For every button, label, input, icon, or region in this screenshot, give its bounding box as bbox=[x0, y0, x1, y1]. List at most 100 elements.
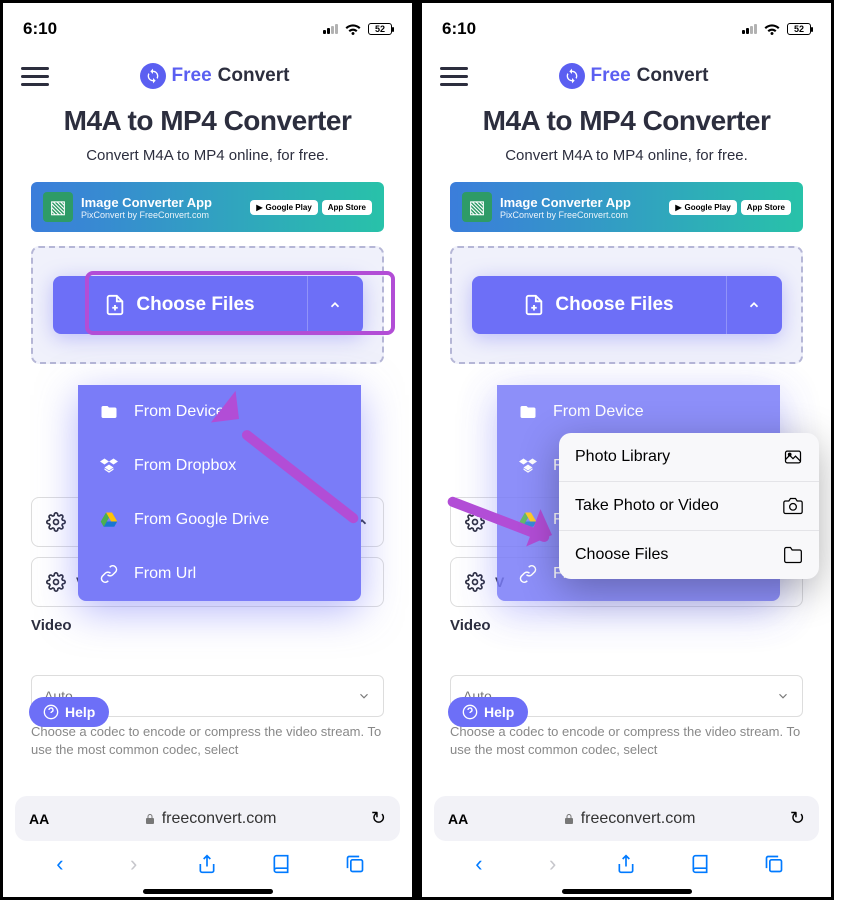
app-store-badge[interactable]: App Store bbox=[322, 200, 372, 215]
gear-icon bbox=[46, 572, 66, 592]
ad-banner[interactable]: ▧ Image Converter App PixConvert by Free… bbox=[450, 182, 803, 232]
ios-photo-library[interactable]: Photo Library bbox=[559, 433, 819, 482]
file-dropzone[interactable]: Choose Files bbox=[450, 246, 803, 364]
ad-subtitle: PixConvert by FreeConvert.com bbox=[500, 210, 661, 220]
ad-title: Image Converter App bbox=[500, 195, 661, 210]
logo-icon bbox=[140, 63, 166, 89]
nav-forward[interactable]: › bbox=[533, 851, 573, 877]
choose-files-main[interactable]: Choose Files bbox=[53, 276, 307, 334]
link-icon bbox=[98, 565, 120, 583]
logo-text-free: Free bbox=[591, 65, 631, 87]
hamburger-menu[interactable] bbox=[440, 67, 468, 86]
choose-files-label: Choose Files bbox=[136, 294, 254, 316]
hamburger-menu[interactable] bbox=[21, 67, 49, 86]
brand-logo[interactable]: Free Convert bbox=[140, 63, 318, 89]
wifi-icon bbox=[763, 20, 781, 38]
url-display: freeconvert.com bbox=[144, 810, 277, 828]
folder-icon bbox=[783, 545, 803, 565]
chevron-up-icon bbox=[747, 298, 761, 312]
ios-take-photo[interactable]: Take Photo or Video bbox=[559, 482, 819, 531]
wifi-icon bbox=[344, 20, 362, 38]
browser-address-bar[interactable]: AA freeconvert.com ↻ bbox=[434, 796, 819, 841]
file-dropzone[interactable]: Choose Files bbox=[31, 246, 384, 364]
choose-files-label: Choose Files bbox=[555, 294, 673, 316]
codec-help-text: Choose a codec to encode or compress the… bbox=[450, 723, 803, 759]
nav-back[interactable]: ‹ bbox=[40, 851, 80, 877]
page-subtitle: Convert M4A to MP4 online, for free. bbox=[3, 141, 412, 174]
help-button[interactable]: Help bbox=[448, 697, 528, 727]
choose-files-toggle[interactable] bbox=[307, 276, 363, 334]
dropbox-icon bbox=[98, 457, 120, 475]
app-header: Free Convert bbox=[3, 51, 412, 101]
menu-from-url[interactable]: From Url bbox=[78, 547, 361, 601]
home-indicator bbox=[562, 889, 692, 894]
gear-icon bbox=[465, 572, 485, 592]
lock-icon bbox=[563, 813, 575, 825]
gear-icon bbox=[46, 512, 66, 532]
page-title: M4A to MP4 Converter bbox=[3, 101, 412, 141]
ios-file-picker: Photo Library Take Photo or Video Choose… bbox=[559, 433, 819, 579]
nav-share[interactable] bbox=[187, 853, 227, 875]
refresh-button[interactable]: ↻ bbox=[371, 808, 386, 829]
nav-tabs[interactable] bbox=[754, 854, 794, 874]
chevron-down-icon bbox=[357, 689, 371, 703]
nav-forward[interactable]: › bbox=[114, 851, 154, 877]
google-play-badge[interactable]: ▶ Google Play bbox=[250, 200, 317, 215]
phone-frame-right: 6:10 52 FreeConvert M4A to MP4 Converter… bbox=[417, 0, 834, 900]
browser-address-bar[interactable]: AA freeconvert.com ↻ bbox=[15, 796, 400, 841]
nav-bookmarks[interactable] bbox=[261, 854, 301, 874]
status-bar: 6:10 52 bbox=[422, 3, 831, 51]
ios-choose-files[interactable]: Choose Files bbox=[559, 531, 819, 579]
nav-bookmarks[interactable] bbox=[680, 854, 720, 874]
signal-icon bbox=[742, 24, 757, 34]
text-size-button[interactable]: AA bbox=[29, 811, 49, 827]
page-subtitle: Convert M4A to MP4 online, for free. bbox=[422, 141, 831, 174]
link-icon bbox=[517, 565, 539, 583]
gdrive-icon bbox=[98, 511, 120, 529]
ad-banner[interactable]: ▧ Image Converter App PixConvert by Free… bbox=[31, 182, 384, 232]
browser-nav: ‹ › bbox=[422, 841, 831, 887]
help-button[interactable]: Help bbox=[29, 697, 109, 727]
battery-icon: 52 bbox=[368, 23, 392, 35]
battery-icon: 52 bbox=[787, 23, 811, 35]
camera-icon bbox=[783, 496, 803, 516]
app-store-badge[interactable]: App Store bbox=[741, 200, 791, 215]
lock-icon bbox=[144, 813, 156, 825]
url-display: freeconvert.com bbox=[563, 810, 696, 828]
choose-files-button[interactable]: Choose Files bbox=[53, 276, 363, 334]
text-size-button[interactable]: AA bbox=[448, 811, 468, 827]
brand-logo[interactable]: FreeConvert bbox=[559, 63, 737, 89]
choose-files-button[interactable]: Choose Files bbox=[472, 276, 782, 334]
choose-files-main[interactable]: Choose Files bbox=[472, 276, 726, 334]
chevron-down-icon bbox=[776, 689, 790, 703]
ad-icon: ▧ bbox=[462, 192, 492, 222]
menu-from-gdrive[interactable]: From Google Drive bbox=[78, 493, 361, 547]
codec-help-text: Choose a codec to encode or compress the… bbox=[31, 723, 384, 759]
folder-icon bbox=[98, 403, 120, 421]
status-icons: 52 bbox=[323, 20, 392, 38]
signal-icon bbox=[323, 24, 338, 34]
logo-icon bbox=[559, 63, 585, 89]
menu-from-device[interactable]: From Device bbox=[497, 385, 780, 439]
phone-frame-left: 6:10 52 Free Convert M4A to MP4 Converter… bbox=[0, 0, 417, 900]
status-time: 6:10 bbox=[442, 19, 476, 39]
logo-text-convert: Convert bbox=[218, 65, 290, 87]
chevron-up-icon bbox=[328, 298, 342, 312]
choose-files-toggle[interactable] bbox=[726, 276, 782, 334]
video-codec-label: Video bbox=[31, 617, 384, 634]
nav-tabs[interactable] bbox=[335, 854, 375, 874]
page-title: M4A to MP4 Converter bbox=[422, 101, 831, 141]
home-indicator bbox=[143, 889, 273, 894]
refresh-button[interactable]: ↻ bbox=[790, 808, 805, 829]
browser-nav: ‹ › bbox=[3, 841, 412, 887]
nav-back[interactable]: ‹ bbox=[459, 851, 499, 877]
folder-icon bbox=[517, 403, 539, 421]
file-plus-icon bbox=[104, 294, 126, 316]
status-bar: 6:10 52 bbox=[3, 3, 412, 51]
google-play-badge[interactable]: ▶ Google Play bbox=[669, 200, 736, 215]
ad-icon: ▧ bbox=[43, 192, 73, 222]
help-icon bbox=[43, 704, 59, 720]
status-icons: 52 bbox=[742, 20, 811, 38]
logo-text-free: Free bbox=[172, 65, 212, 87]
nav-share[interactable] bbox=[606, 853, 646, 875]
